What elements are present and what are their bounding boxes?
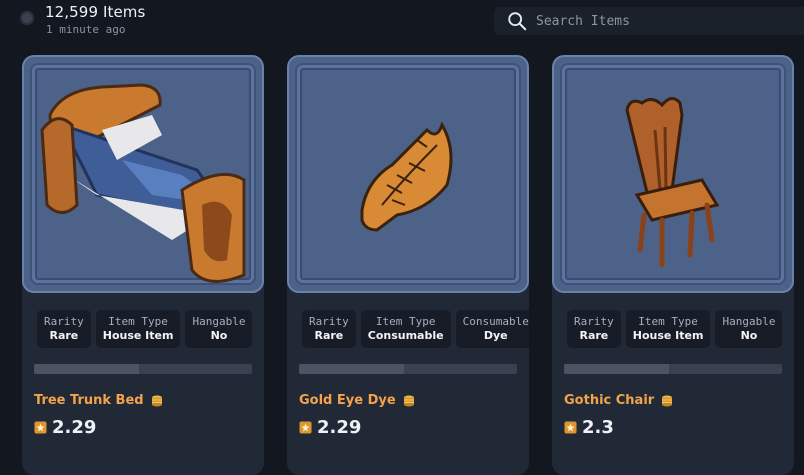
item-image[interactable] — [22, 55, 264, 293]
prop-item-type: Item Type House Item — [95, 310, 181, 348]
prop-consumable: Consumable Dye — [455, 310, 529, 348]
item-name-text: Gothic Chair — [564, 393, 655, 408]
prop-value: Consumable — [367, 329, 444, 342]
prop-value: Rare — [314, 329, 344, 342]
prop-item-type: Item Type Consumable — [360, 310, 451, 348]
item-name-text: Tree Trunk Bed — [34, 393, 144, 408]
prop-key: Consumable — [462, 315, 529, 328]
property-list: Rarity Rare Item Type House Item Hangabl… — [567, 310, 794, 348]
prop-key: Rarity — [44, 315, 84, 328]
item-count: 12,599 Items — [45, 3, 146, 21]
prop-key: Item Type — [108, 315, 168, 328]
item-price: 2.29 — [299, 417, 361, 438]
status-dot — [20, 11, 34, 25]
search-icon[interactable] — [506, 10, 528, 32]
currency-icon — [564, 421, 577, 434]
item-image[interactable] — [287, 55, 529, 293]
prop-value: Rare — [579, 329, 609, 342]
bar-fill — [34, 364, 139, 374]
prop-hangable: Hangable No — [715, 310, 783, 348]
price-value: 2.29 — [52, 417, 97, 438]
item-name[interactable]: Tree Trunk Bed — [34, 393, 164, 408]
prop-key: Rarity — [574, 315, 614, 328]
currency-icon — [299, 421, 312, 434]
prop-rarity: Rarity Rare — [302, 310, 356, 348]
prop-value: House Item — [632, 329, 704, 342]
prop-rarity: Rarity Rare — [567, 310, 621, 348]
bar-fill — [299, 364, 404, 374]
price-value: 2.29 — [317, 417, 362, 438]
prop-key: Hangable — [192, 315, 246, 328]
prop-rarity: Rarity Rare — [37, 310, 91, 348]
item-card-gothic-chair[interactable]: Rarity Rare Item Type House Item Hangabl… — [552, 55, 794, 475]
prop-value: Rare — [49, 329, 79, 342]
item-name[interactable]: Gold Eye Dye — [299, 393, 416, 408]
item-image[interactable] — [552, 55, 794, 293]
item-card-gold-eye-dye[interactable]: Rarity Rare Item Type Consumable Consuma… — [287, 55, 529, 475]
prop-key: Item Type — [638, 315, 698, 328]
item-name-text: Gold Eye Dye — [299, 393, 396, 408]
last-updated: 1 minute ago — [46, 23, 126, 36]
price-history-bar — [564, 364, 782, 374]
gothic-chair-image — [625, 97, 720, 268]
prop-value: Dye — [483, 329, 508, 342]
prop-hangable: Hangable No — [185, 310, 253, 348]
price-history-bar — [34, 364, 252, 374]
prop-key: Item Type — [375, 315, 436, 328]
property-list: Rarity Rare Item Type Consumable Consuma… — [302, 310, 529, 348]
prop-value: No — [210, 329, 228, 342]
tree-trunk-bed-image — [40, 83, 246, 283]
prop-key: Hangable — [722, 315, 776, 328]
prop-value: House Item — [102, 329, 174, 342]
item-price: 2.29 — [34, 417, 96, 438]
prop-value: No — [740, 329, 758, 342]
property-list: Rarity Rare Item Type House Item Hangabl… — [37, 310, 264, 348]
currency-icon — [34, 421, 47, 434]
price-value: 2.3 — [582, 417, 614, 438]
item-card-tree-trunk-bed[interactable]: Rarity Rare Item Type House Item Hangabl… — [22, 55, 264, 475]
bar-fill — [564, 364, 669, 374]
search-bar[interactable] — [494, 7, 804, 35]
search-input[interactable] — [536, 13, 786, 29]
item-price: 2.3 — [564, 417, 614, 438]
prop-item-type: Item Type House Item — [625, 310, 711, 348]
coins-icon — [403, 395, 414, 406]
coins-icon — [662, 395, 673, 406]
gold-eye-dye-image — [360, 121, 453, 232]
coins-icon — [151, 395, 162, 406]
price-history-bar — [299, 364, 517, 374]
item-name[interactable]: Gothic Chair — [564, 393, 674, 408]
prop-key: Rarity — [309, 315, 349, 328]
